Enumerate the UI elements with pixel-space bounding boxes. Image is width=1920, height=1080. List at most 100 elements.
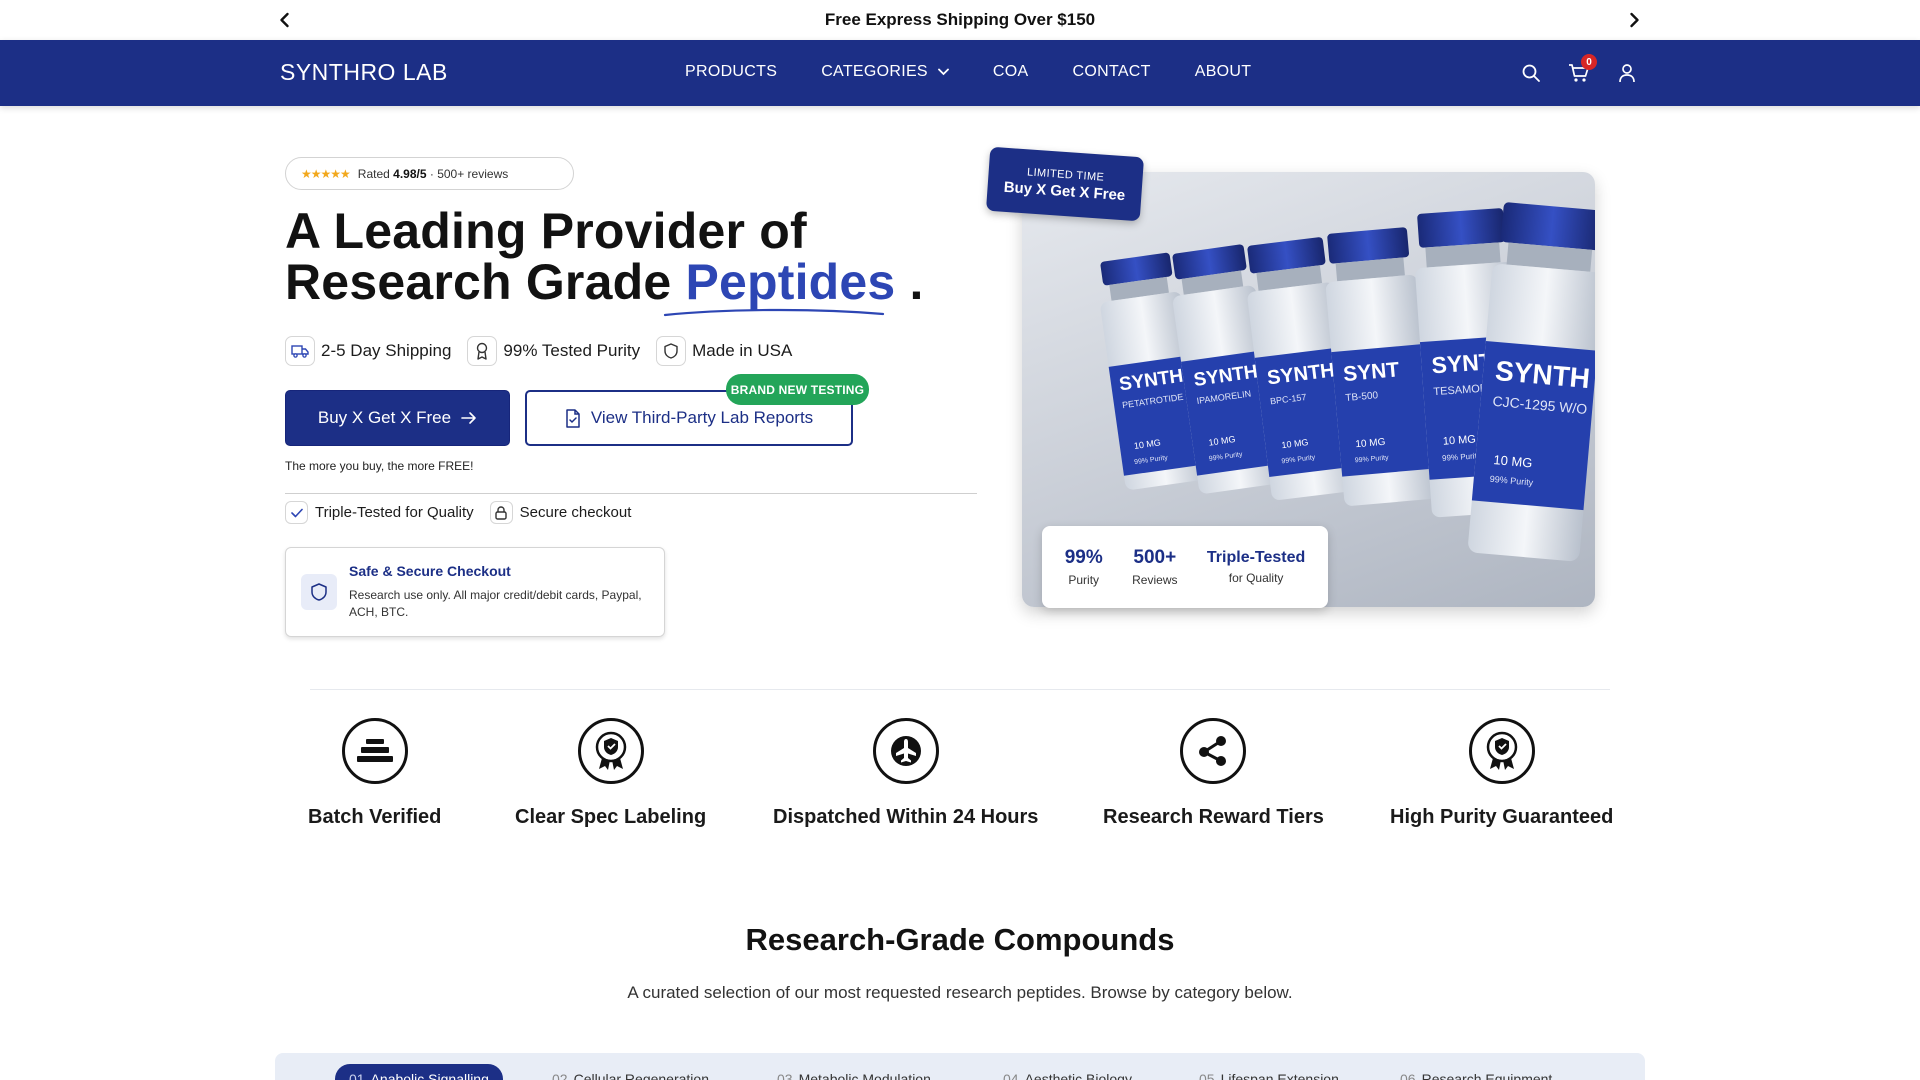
nav-item-about[interactable]: ABOUT: [1195, 63, 1252, 81]
shield-icon: [656, 336, 687, 366]
tab-number: 04: [1003, 1071, 1019, 1080]
document-check-icon: [566, 408, 580, 428]
check-icon: [285, 501, 308, 524]
chevron-left-icon: [280, 12, 289, 28]
search-icon: [1522, 64, 1540, 82]
hero-features: 2-5 Day Shipping 99% Tested Purity Made …: [285, 336, 792, 366]
rating-prefix: Rated: [357, 166, 394, 181]
stat-purity: 99% Purity: [1065, 547, 1103, 587]
account-button[interactable]: [1614, 60, 1640, 86]
stat-label: for Quality: [1228, 571, 1284, 585]
truck-icon: [285, 336, 315, 366]
announcement-bar: Free Express Shipping Over $150: [0, 0, 1920, 40]
shield-icon: [301, 574, 337, 610]
announcement-text: Free Express Shipping Over $150: [824, 10, 1096, 29]
feature-label: 2-5 Day Shipping: [321, 341, 452, 360]
feature-shipping: 2-5 Day Shipping: [285, 336, 451, 366]
next-announcement-button[interactable]: [1622, 8, 1646, 32]
nav-item-label: COA: [992, 63, 1029, 80]
star-rating-icon: ★★★★★: [301, 166, 351, 181]
button-label: View Third-Party Lab Reports: [590, 408, 814, 427]
tab-number: 03: [777, 1071, 793, 1080]
check-secure-checkout: Secure checkout: [489, 501, 631, 524]
hero-stats-card: 99% Purity 500+ Reviews Triple-Tested fo…: [1042, 526, 1328, 608]
tab-aesthetic-biology[interactable]: 04 Aesthetic Biology: [1003, 1064, 1132, 1080]
nav-item-label: CATEGORIES: [821, 63, 928, 80]
stat-value: 99%: [1064, 547, 1103, 568]
check-label: Triple-Tested for Quality: [315, 504, 474, 521]
tab-label: Aesthetic Biology: [1024, 1071, 1132, 1080]
nav-item-label: ABOUT: [1194, 63, 1252, 80]
nav-item-contact[interactable]: CONTACT: [1072, 63, 1150, 81]
search-button[interactable]: [1518, 60, 1544, 86]
cart-count-badge: 0: [1581, 54, 1597, 70]
trust-item-research-reward-tiers: Research Reward Tiers: [1103, 718, 1324, 829]
vial-brand: SYNT: [1342, 358, 1400, 386]
trust-divider: [310, 689, 1610, 690]
stat-label: Purity: [1068, 573, 1100, 587]
compounds-title: Research-Grade Compounds: [745, 922, 1175, 957]
rating-pill: ★★★★★ Rated 4.98/5 · 500+ reviews: [285, 157, 574, 190]
tab-anabolic-signalling[interactable]: 01 Anabolic Signalling: [335, 1064, 503, 1080]
trust-item-dispatched-24h: Dispatched Within 24 Hours: [773, 718, 1038, 829]
plane-icon: [872, 718, 939, 784]
nav-item-products[interactable]: PRODUCTS: [685, 63, 777, 81]
tab-label: Cellular Regeneration: [573, 1071, 709, 1080]
stat-value: Triple-Tested: [1206, 549, 1306, 566]
hero-headline: A Leading Provider of Research Grade Pep…: [285, 206, 924, 308]
nav-item-label: CONTACT: [1072, 63, 1151, 80]
trust-item-high-purity-guaranteed: High Purity Guaranteed: [1390, 718, 1613, 829]
stack-icon: [341, 718, 408, 784]
limited-time-badge: LIMITED TIME Buy X Get X Free: [985, 146, 1145, 222]
stat-label: Reviews: [1132, 573, 1178, 587]
badge-shield-icon: [1468, 718, 1535, 784]
tab-cellular-regeneration[interactable]: 02 Cellular Regeneration: [552, 1064, 709, 1080]
nav-menu: PRODUCTS CATEGORIES COA CONTACT ABOUT: [685, 63, 1251, 81]
tab-lifespan-extension[interactable]: 05 Lifespan Extension: [1199, 1064, 1339, 1080]
chevron-right-icon: [1630, 12, 1639, 28]
site-logo[interactable]: SYNTHRO LAB: [280, 59, 448, 86]
rating-suffix: · 500+ reviews: [426, 166, 509, 181]
feature-made-in-usa: Made in USA: [656, 336, 792, 366]
tab-metabolic-modulation[interactable]: 03 Metabolic Modulation: [777, 1064, 931, 1080]
tab-label: Metabolic Modulation: [798, 1071, 931, 1080]
tab-number: 01: [349, 1071, 365, 1080]
feature-label: Made in USA: [692, 341, 793, 360]
cart-button[interactable]: 0: [1566, 54, 1597, 86]
headline-line-2-prefix: Research Grade: [285, 254, 686, 310]
trust-item-batch-verified: Batch Verified: [308, 718, 441, 829]
stat-triple-tested: Triple-Tested for Quality: [1207, 549, 1305, 585]
nav-item-coa[interactable]: COA: [993, 63, 1029, 81]
more-free-note: The more you buy, the more FREE!: [285, 459, 474, 473]
hero-checks: Triple-Tested for Quality Secure checkou…: [285, 501, 631, 524]
trust-label: High Purity Guaranteed: [1390, 806, 1614, 828]
user-icon: [1619, 64, 1635, 83]
tab-number: 05: [1199, 1071, 1215, 1080]
main-navigation: SYNTHRO LAB PRODUCTS CATEGORIES COA CONT…: [0, 40, 1920, 106]
stat-reviews: 500+ Reviews: [1132, 547, 1177, 587]
tab-research-equipment[interactable]: 06 Research Equipment: [1400, 1064, 1552, 1080]
accent-underline-decoration: [663, 308, 885, 317]
trust-label: Batch Verified: [308, 806, 442, 828]
secure-card-body: Research use only. All major credit/debi…: [349, 588, 642, 619]
page: Free Express Shipping Over $150 SYNTHRO …: [0, 0, 1920, 1080]
trust-label: Clear Spec Labeling: [515, 806, 707, 828]
hero-divider: [285, 493, 977, 494]
nav-actions: 0: [1518, 54, 1640, 86]
trust-label: Research Reward Tiers: [1103, 806, 1324, 828]
tab-label: Lifespan Extension: [1220, 1071, 1339, 1080]
trust-item-clear-spec-labeling: Clear Spec Labeling: [515, 718, 706, 829]
feature-label: 99% Tested Purity: [503, 341, 641, 360]
award-icon: [467, 336, 498, 366]
headline-period: .: [895, 254, 924, 310]
badge-shield-icon: [577, 718, 644, 784]
brand-new-testing-badge: BRAND NEW TESTING: [726, 374, 869, 405]
buy-x-get-x-free-button[interactable]: Buy X Get X Free: [285, 390, 510, 446]
nav-item-label: PRODUCTS: [685, 63, 778, 80]
rating-score: 4.98/5: [393, 166, 427, 181]
tab-label: Anabolic Signalling: [370, 1071, 489, 1080]
nav-item-categories[interactable]: CATEGORIES: [821, 63, 949, 81]
tab-number: 06: [1400, 1071, 1416, 1080]
previous-announcement-button[interactable]: [273, 8, 297, 32]
vial-dose: 10 MG: [1443, 433, 1477, 447]
